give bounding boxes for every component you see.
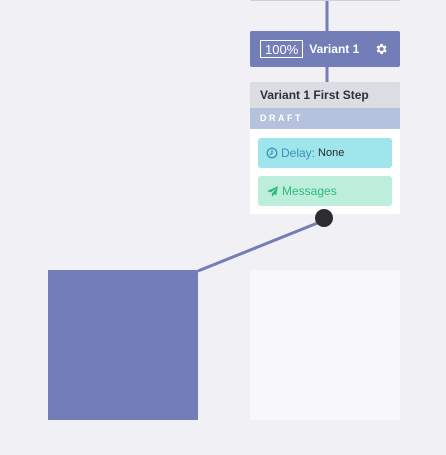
variant-header[interactable]: 100% Variant 1 [250, 31, 400, 67]
delay-value: None [318, 147, 345, 159]
messages-button[interactable]: Messages [258, 176, 392, 206]
delay-label: Delay: [281, 146, 316, 160]
parent-node-edge [250, 0, 400, 1]
delay-button[interactable]: Delay: None [258, 138, 392, 168]
messages-label: Messages [282, 184, 337, 198]
variant-percentage[interactable]: 100% [260, 40, 304, 58]
empty-node-placeholder[interactable] [250, 270, 400, 420]
paper-plane-icon [267, 185, 278, 197]
clock-icon [266, 147, 278, 159]
connector-handle[interactable] [315, 209, 333, 227]
branch-connector-line [197, 220, 321, 273]
step-title: Variant 1 First Step [250, 82, 400, 108]
variant-name: Variant 1 [309, 42, 360, 56]
status-badge: DRAFT [250, 108, 400, 129]
gear-icon[interactable] [374, 42, 388, 56]
branch-node-placeholder[interactable] [48, 270, 198, 420]
step-card[interactable]: Variant 1 First Step DRAFT Delay: None M… [250, 82, 400, 214]
